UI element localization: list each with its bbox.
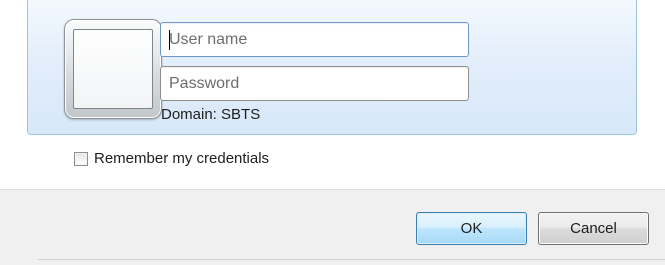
remember-checkbox[interactable] [74, 151, 88, 166]
selected-credential-tile[interactable]: Domain: SBTS [27, 0, 637, 135]
username-input[interactable] [160, 22, 469, 57]
user-picture-placeholder [73, 29, 153, 109]
credentials-dialog: Domain: SBTS Remember my credentials OK … [0, 0, 665, 265]
ok-button-label: OK [460, 220, 483, 237]
user-picture-frame [64, 19, 162, 119]
cancel-button[interactable]: Cancel [538, 212, 649, 245]
remember-credentials-option[interactable]: Remember my credentials [74, 150, 269, 167]
domain-label: Domain: SBTS [161, 106, 261, 123]
remember-label: Remember my credentials [94, 150, 270, 167]
ok-button[interactable]: OK [416, 212, 527, 245]
footer-divider [38, 259, 665, 260]
password-input[interactable] [160, 66, 469, 101]
cancel-button-label: Cancel [570, 220, 617, 237]
text-caret [169, 30, 170, 50]
